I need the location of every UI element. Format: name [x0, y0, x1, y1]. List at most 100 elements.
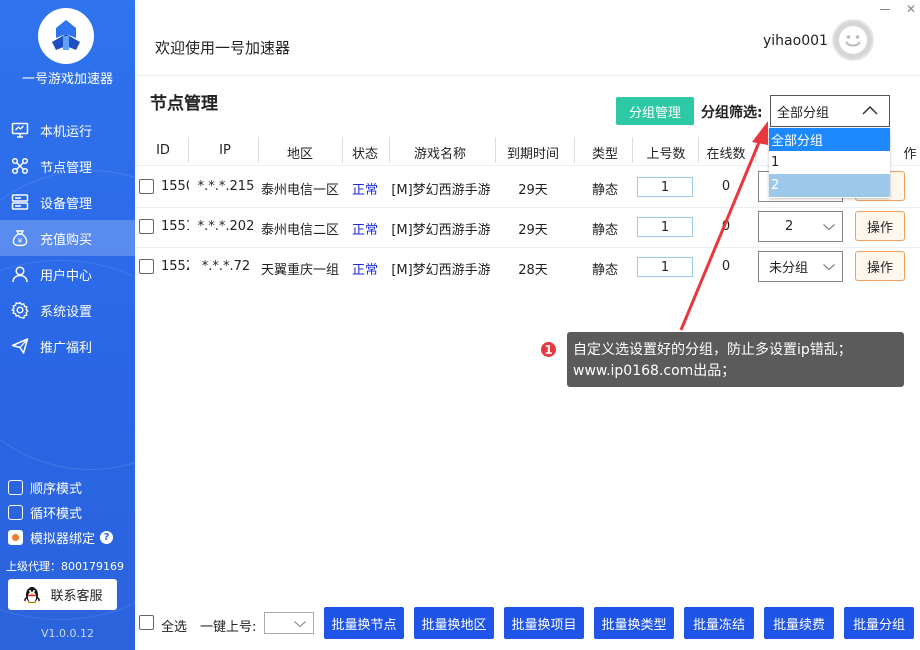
- minimize-button[interactable]: [880, 9, 890, 10]
- cell-type: 静态: [591, 263, 618, 278]
- cell-id: 1552: [161, 259, 189, 274]
- welcome-text: 欢迎使用一号加速器: [155, 39, 291, 57]
- smiley-avatar-icon[interactable]: [832, 19, 874, 61]
- cell-game: [M]梦幻西游手游: [391, 183, 491, 198]
- sidebar-item-recharge[interactable]: ¥ 充值购买: [0, 220, 135, 256]
- username: yihao001: [763, 33, 828, 49]
- group-filter-value: 全部分组: [777, 105, 830, 121]
- sidebar-item-devices[interactable]: 设备管理: [0, 184, 135, 220]
- server-rack-icon: [11, 193, 29, 211]
- help-icon[interactable]: ?: [100, 531, 114, 544]
- dropdown-option[interactable]: 1: [769, 151, 890, 174]
- cell-game: [M]梦幻西游手游: [391, 223, 491, 238]
- select-all-checkbox[interactable]: [139, 615, 154, 630]
- column-header-status: 状态: [351, 147, 378, 162]
- row-action-button[interactable]: 操作: [855, 251, 905, 281]
- emulator-bind-checkbox[interactable]: [8, 530, 23, 545]
- gear-icon: [11, 301, 29, 319]
- sidebar-item-user-center[interactable]: 用户中心: [0, 256, 135, 292]
- column-divider: [574, 137, 575, 163]
- batch-change-node-button[interactable]: 批量换节点: [324, 607, 404, 639]
- row-divider: [135, 247, 920, 248]
- one-key-label: 一键上号:: [200, 620, 257, 635]
- column-divider: [258, 137, 259, 163]
- send-icon: [11, 337, 29, 355]
- sidebar-item-local-run[interactable]: 本机运行: [0, 112, 135, 148]
- cell-ip: *.*.*.215: [197, 179, 255, 194]
- cell-type: 静态: [591, 183, 618, 198]
- login-count-input[interactable]: 1: [637, 257, 693, 277]
- row-checkbox[interactable]: [139, 179, 154, 194]
- select-all-label: 全选: [161, 620, 188, 635]
- column-header-count: 上号数: [646, 147, 686, 162]
- header-divider: [135, 75, 920, 76]
- row-group-value: 2: [785, 219, 794, 234]
- cell-expire: 29天: [518, 183, 548, 198]
- sidebar: 一号游戏加速器 本机运行 节点管理 设备管理 ¥ 充值购买 用户中心 系统设置 …: [0, 0, 135, 650]
- column-divider: [495, 137, 496, 163]
- cell-id: 1551: [161, 219, 189, 234]
- sidebar-item-settings[interactable]: 系统设置: [0, 292, 135, 328]
- row-group-select[interactable]: 未分组: [758, 251, 843, 282]
- cell-status: 正常: [351, 223, 378, 238]
- sidebar-item-label: 本机运行: [40, 124, 93, 140]
- row-checkbox[interactable]: [139, 219, 154, 234]
- sidebar-item-promotion[interactable]: 推广福利: [0, 328, 135, 364]
- cell-online: 0: [721, 259, 731, 274]
- login-count-input[interactable]: 1: [637, 177, 693, 197]
- cell-status: 正常: [351, 183, 378, 198]
- batch-renew-button[interactable]: 批量续费: [764, 607, 834, 639]
- ship-logo-icon: [38, 8, 94, 64]
- row-action-button[interactable]: 操作: [855, 211, 905, 241]
- app-name: 一号游戏加速器: [21, 72, 113, 87]
- column-header-game: 游戏名称: [413, 147, 466, 162]
- money-bag-icon: ¥: [11, 229, 29, 247]
- dropdown-option[interactable]: 2: [769, 174, 890, 197]
- cell-id: 1550: [161, 179, 189, 194]
- cell-status: 正常: [351, 263, 378, 278]
- annotation-line: www.ip0168.com出品；: [573, 363, 736, 379]
- dropdown-option[interactable]: 全部分组: [769, 128, 890, 151]
- row-group-select[interactable]: 2: [758, 211, 843, 242]
- batch-group-button[interactable]: 批量分组: [844, 607, 914, 639]
- close-icon[interactable]: ✕: [906, 2, 916, 16]
- qq-penguin-icon: [22, 585, 42, 605]
- agent-info: 上级代理：800179169: [6, 560, 124, 573]
- column-header-id: ID: [156, 143, 170, 158]
- cell-expire: 28天: [518, 263, 548, 278]
- group-filter-dropdown-list: 全部分组 1 2: [769, 128, 890, 198]
- sidebar-item-nodes[interactable]: 节点管理: [0, 148, 135, 184]
- batch-change-type-button[interactable]: 批量换类型: [594, 607, 674, 639]
- cell-region: 泰州电信一区: [260, 183, 339, 198]
- row-checkbox[interactable]: [139, 259, 154, 274]
- group-management-button[interactable]: 分组管理: [616, 97, 694, 125]
- column-header-online: 在线数: [706, 147, 746, 162]
- column-divider: [389, 137, 390, 163]
- annotation-line: 自定义选设置好的分组，防止多设置ip错乱；: [573, 342, 852, 358]
- cell-online: 0: [721, 179, 731, 194]
- row-group-value: 未分组: [769, 261, 809, 276]
- batch-freeze-button[interactable]: 批量冻结: [684, 607, 754, 639]
- chevron-up-icon: [861, 104, 879, 120]
- sidebar-item-label: 充值购买: [40, 232, 93, 248]
- sequential-mode-checkbox[interactable]: [8, 480, 23, 495]
- sidebar-item-label: 用户中心: [40, 268, 93, 284]
- column-divider: [698, 137, 699, 163]
- mode-label: 模拟器绑定: [30, 532, 96, 547]
- page-title: 节点管理: [150, 94, 218, 114]
- sidebar-item-label: 节点管理: [40, 160, 93, 176]
- login-count-input[interactable]: 1: [637, 217, 693, 237]
- mode-loop[interactable]: 循环模式: [8, 503, 82, 522]
- loop-mode-checkbox[interactable]: [8, 505, 23, 520]
- batch-change-project-button[interactable]: 批量换项目: [504, 607, 584, 639]
- user-icon: [11, 265, 29, 283]
- cell-ip: *.*.*.72: [201, 259, 251, 274]
- cell-online: 0: [721, 219, 731, 234]
- group-filter-select[interactable]: 全部分组: [770, 95, 890, 127]
- mode-sequential[interactable]: 顺序模式: [8, 478, 82, 497]
- mode-emulator-bind[interactable]: 模拟器绑定 ?: [8, 528, 114, 547]
- cell-type: 静态: [591, 223, 618, 238]
- contact-support-button[interactable]: 联系客服: [8, 579, 117, 610]
- one-key-select[interactable]: [264, 612, 314, 634]
- batch-change-region-button[interactable]: 批量换地区: [414, 607, 494, 639]
